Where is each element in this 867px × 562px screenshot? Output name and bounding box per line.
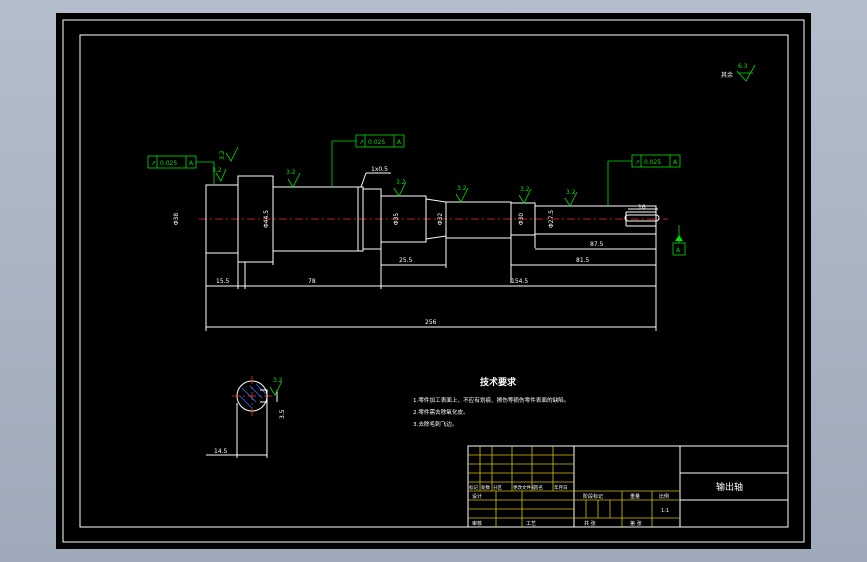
general-roughness-note: 其余 6.3 — [721, 63, 756, 82]
datum-symbol: A — [672, 225, 686, 256]
tb-row-label-1: 标记 — [469, 484, 478, 491]
len-label-5: 87.5 — [590, 241, 604, 248]
section-depth-label: 3.5 — [279, 409, 286, 419]
engineering-drawing: 其余 6.3 Φ38 Φ44.5 Φ35 Φ32 Φ30 Φ27.5 15.5 … — [62, 19, 805, 543]
roughness-note-value: 6.3 — [738, 63, 748, 70]
tb-row-label-4: 更改文件号 — [513, 484, 536, 491]
svg-text:3.2: 3.2 — [396, 179, 406, 186]
roughness-mark-6: 3.2 — [518, 186, 532, 204]
note-item-2: 2.零件需去除氧化皮。 — [413, 408, 469, 416]
len-label-7: 256 — [425, 319, 437, 326]
tol-right-symbol: ↗ — [635, 159, 640, 166]
tb-design: 设计 — [472, 493, 482, 500]
roughness-mark-3: 3.2 — [286, 169, 301, 188]
len-label-3: 25.5 — [399, 257, 413, 264]
len-label-1: 15.5 — [216, 278, 230, 285]
technical-notes: 技术要求 1.零件加工表面上，不应有划痕、擦伤等损伤零件表面的缺陷。 2.零件需… — [413, 376, 569, 428]
tol-mid-value: 0.025 — [368, 139, 385, 146]
section-roughness: 3.2 — [273, 377, 283, 384]
roughness-mark-7: 3.2 — [564, 189, 578, 207]
dia-label-4: Φ32 — [437, 213, 444, 226]
tb-row-label-3: 分区 — [493, 484, 502, 491]
len-label-6: 81.5 — [576, 257, 590, 264]
drawing-sheet: 其余 6.3 Φ38 Φ44.5 Φ35 Φ32 Φ30 Φ27.5 15.5 … — [56, 13, 811, 549]
dia-label-1: Φ38 — [173, 213, 180, 226]
svg-text:3.2: 3.2 — [520, 186, 530, 193]
title-block: 标记 处数 分区 更改文件号 签名 年月日 设计 审核 工艺 阶段标记 重量 比… — [467, 445, 789, 528]
chamfer-label: 1x0.5 — [371, 166, 388, 173]
section-view: 14.5 3.5 3.2 — [206, 376, 286, 458]
section-width-label: 14.5 — [214, 448, 228, 455]
tb-sheet-total: 共 张 — [584, 520, 596, 527]
inner-border — [79, 34, 789, 528]
svg-text:3.2: 3.2 — [286, 169, 296, 176]
tol-right-value: 0.025 — [644, 159, 661, 166]
tol-left-value: 0.025 — [160, 160, 177, 167]
tol-right-datum: A — [673, 159, 678, 166]
len-label-4: 154.5 — [511, 278, 528, 285]
tb-row-label-5: 签名 — [534, 484, 543, 491]
tb-process: 工艺 — [526, 521, 536, 527]
len-label-2: 78 — [308, 278, 316, 285]
note-item-1: 1.零件加工表面上，不应有划痕、擦伤等损伤零件表面的缺陷。 — [413, 396, 569, 404]
part-name: 输出轴 — [716, 481, 743, 493]
dia-label-6: Φ27.5 — [548, 210, 555, 228]
tolerance-frame-left: ↗ 0.025 A — [147, 155, 215, 185]
svg-text:3.2: 3.2 — [212, 167, 222, 174]
roughness-mark-5: 3.2 — [455, 185, 469, 203]
tb-sheet-no: 第 张 — [630, 520, 642, 527]
roughness-mark-2: 3.2 — [219, 146, 239, 162]
tb-row-label-2: 处数 — [481, 484, 490, 491]
tb-audit: 审核 — [472, 520, 482, 527]
dia-label-3: Φ35 — [393, 213, 400, 226]
len-label-8: 16 — [638, 204, 646, 211]
svg-text:3.2: 3.2 — [457, 185, 467, 192]
svg-text:3.2: 3.2 — [566, 189, 576, 196]
tb-scale-header: 比例 — [659, 493, 669, 500]
tb-scale-value: 1:1 — [661, 508, 669, 514]
cad-viewport: 其余 6.3 Φ38 Φ44.5 Φ35 Φ32 Φ30 Φ27.5 15.5 … — [0, 0, 867, 562]
svg-text:3.2: 3.2 — [219, 150, 226, 160]
tb-stage-header: 阶段标记 — [583, 493, 603, 500]
roughness-note-prefix: 其余 — [721, 71, 733, 79]
tol-left-symbol: ↗ — [151, 160, 156, 167]
dia-label-2: Φ44.5 — [263, 210, 270, 228]
tolerance-frame-right: ↗ 0.025 A — [607, 154, 681, 206]
roughness-mark-4: 3.2 — [393, 179, 407, 197]
note-item-3: 3.去除毛刺飞边。 — [413, 420, 458, 428]
notes-title: 技术要求 — [480, 376, 517, 388]
tol-mid-datum: A — [397, 139, 402, 146]
tol-left-datum: A — [189, 160, 194, 167]
tb-weight-header: 重量 — [630, 493, 640, 500]
dia-label-5: Φ30 — [518, 213, 525, 226]
tb-row-label-6: 年月日 — [554, 484, 568, 491]
datum-label: A — [676, 247, 681, 254]
tolerance-frame-mid: ↗ 0.025 A — [331, 134, 405, 187]
tol-mid-symbol: ↗ — [359, 139, 364, 146]
outer-border — [62, 19, 805, 543]
